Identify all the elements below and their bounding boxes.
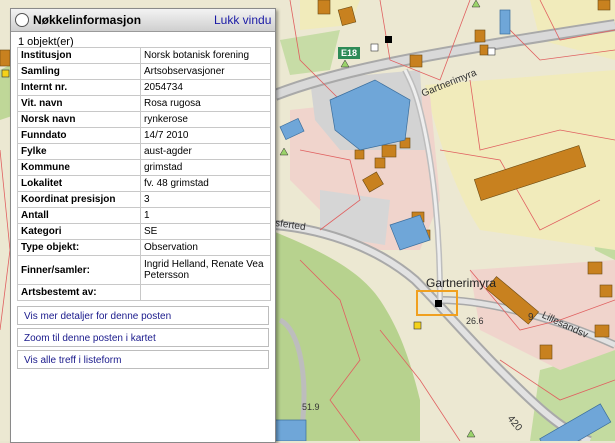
table-row: Fylke aust-agder <box>17 143 271 160</box>
row-key: Fylke <box>17 143 141 160</box>
show-list-button[interactable]: Vis alle treff i listeform <box>17 350 269 369</box>
table-row: Vit. navn Rosa rugosa <box>17 95 271 112</box>
label-road-9: 9 <box>528 312 534 323</box>
marker-white[interactable] <box>370 43 379 52</box>
panel-header: Nøkkelinformasjon Lukk vindu <box>11 9 275 32</box>
row-value: Artsobservasjoner <box>140 63 271 80</box>
table-row: Internt nr. 2054734 <box>17 79 271 96</box>
table-row: Kategori SE <box>17 223 271 240</box>
row-value: Ingrid Helland, Renate Vea Petersson <box>140 255 271 285</box>
row-key: Kommune <box>17 159 141 176</box>
table-row: Norsk navn rynkerose <box>17 111 271 128</box>
label-elevation-51: 51.9 <box>302 402 320 412</box>
row-value: 14/7 2010 <box>140 127 271 144</box>
table-row: Kommune grimstad <box>17 159 271 176</box>
row-key: Norsk navn <box>17 111 141 128</box>
row-value <box>140 284 271 301</box>
table-row: Artsbestemt av: <box>17 284 271 301</box>
zoom-to-post-button[interactable]: Zoom til denne posten i kartet <box>17 328 269 347</box>
info-panel: Nøkkelinformasjon Lukk vindu 1 objekt(er… <box>10 8 276 443</box>
row-value: 3 <box>140 191 271 208</box>
row-value: rynkerose <box>140 111 271 128</box>
marker-yellow[interactable] <box>1 69 10 78</box>
table-row: Koordinat presisjon 3 <box>17 191 271 208</box>
row-value: Rosa rugosa <box>140 95 271 112</box>
row-value: 1 <box>140 207 271 224</box>
row-key: Kategori <box>17 223 141 240</box>
row-key: Koordinat presisjon <box>17 191 141 208</box>
row-key: Vit. navn <box>17 95 141 112</box>
marker-black[interactable] <box>385 36 392 43</box>
table-row: Funndato 14/7 2010 <box>17 127 271 144</box>
marker-yellow[interactable] <box>413 321 422 330</box>
row-value: SE <box>140 223 271 240</box>
row-key: Lokalitet <box>17 175 141 192</box>
row-key: Institusjon <box>17 47 141 64</box>
panel-circle-icon <box>15 13 29 27</box>
row-key: Artsbestemt av: <box>17 284 141 301</box>
row-key: Samling <box>17 63 141 80</box>
selected-marker[interactable] <box>435 300 442 307</box>
label-gartnerimyra-place: Gartnerimyra <box>426 276 497 290</box>
row-value: fv. 48 grimstad <box>140 175 271 192</box>
row-value: Norsk botanisk forening <box>140 47 271 64</box>
marker-white[interactable] <box>487 47 496 56</box>
show-details-button[interactable]: Vis mer detaljer for denne posten <box>17 306 269 325</box>
row-value: 2054734 <box>140 79 271 96</box>
table-row: Type objekt: Observation <box>17 239 271 256</box>
row-key: Antall <box>17 207 141 224</box>
table-row: Institusjon Norsk botanisk forening <box>17 47 271 64</box>
row-value: grimstad <box>140 159 271 176</box>
row-key: Type objekt: <box>17 239 141 256</box>
panel-title: Nøkkelinformasjon <box>33 13 142 27</box>
row-key: Funndato <box>17 127 141 144</box>
row-value: aust-agder <box>140 143 271 160</box>
row-key: Finner/samler: <box>17 255 141 285</box>
road-shield-e18: E18 <box>338 47 360 59</box>
table-row: Antall 1 <box>17 207 271 224</box>
close-window-link[interactable]: Lukk vindu <box>214 13 271 27</box>
label-elevation-26: 26.6 <box>466 316 484 326</box>
row-value: Observation <box>140 239 271 256</box>
table-row: Finner/samler: Ingrid Helland, Renate Vea… <box>17 255 271 285</box>
info-table: Institusjon Norsk botanisk forening Samli… <box>17 47 271 301</box>
row-key: Internt nr. <box>17 79 141 96</box>
table-row: Lokalitet fv. 48 grimstad <box>17 175 271 192</box>
table-row: Samling Artsobservasjoner <box>17 63 271 80</box>
